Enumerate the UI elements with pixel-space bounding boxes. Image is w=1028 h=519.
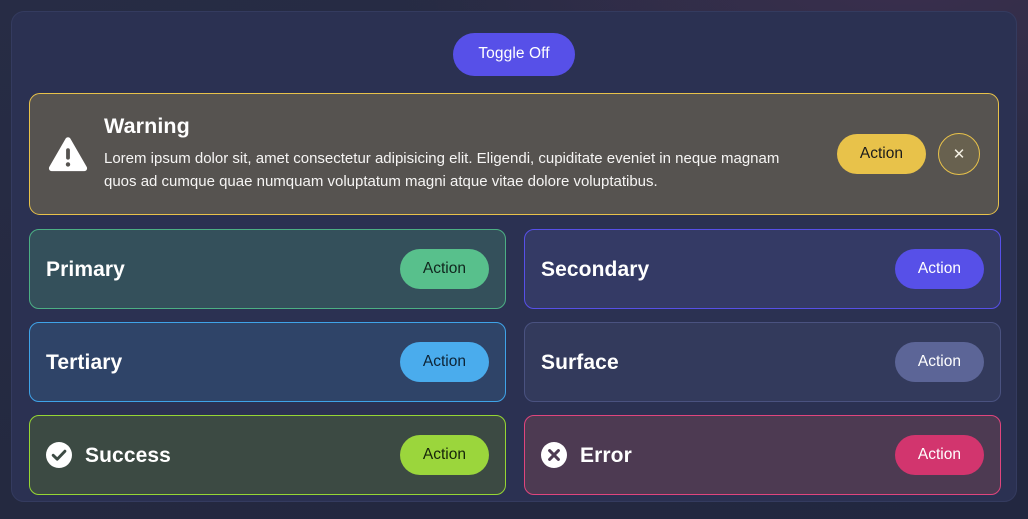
- card-secondary-left: Secondary: [541, 259, 895, 280]
- warning-alert: Warning Lorem ipsum dolor sit, amet cons…: [29, 93, 999, 215]
- card-error-action-button[interactable]: Action: [894, 434, 984, 476]
- alert-message: Lorem ipsum dolor sit, amet consectetur …: [104, 150, 780, 190]
- card-error-title: Error: [580, 443, 632, 467]
- alert-body: Warning Lorem ipsum dolor sit, amet cons…: [104, 114, 837, 193]
- alert-action-button[interactable]: Action: [836, 133, 926, 175]
- warning-triangle-icon: [48, 136, 88, 173]
- toggle-row: Toggle Off: [29, 29, 999, 80]
- card-tertiary-action-button[interactable]: Action: [399, 341, 489, 383]
- card-error[interactable]: Error Action: [524, 415, 1001, 495]
- variant-card-grid: Primary Action Secondary Action Tertiary…: [29, 229, 1001, 495]
- check-circle-icon: [46, 442, 72, 468]
- card-surface-title: Surface: [541, 350, 619, 374]
- card-tertiary-left: Tertiary: [46, 352, 400, 373]
- card-tertiary-title: Tertiary: [46, 350, 123, 374]
- card-primary-action-button[interactable]: Action: [399, 248, 489, 290]
- card-secondary-action-button[interactable]: Action: [894, 248, 984, 290]
- card-surface[interactable]: Surface Action: [524, 322, 1001, 402]
- card-secondary[interactable]: Secondary Action: [524, 229, 1001, 309]
- card-primary-left: Primary: [46, 259, 400, 280]
- card-secondary-title: Secondary: [541, 257, 650, 281]
- card-success[interactable]: Success Action: [29, 415, 506, 495]
- alert-title: Warning: [104, 114, 190, 139]
- card-tertiary[interactable]: Tertiary Action: [29, 322, 506, 402]
- card-success-left: Success: [46, 442, 400, 468]
- toggle-button[interactable]: Toggle Off: [453, 33, 575, 76]
- x-circle-icon: [541, 442, 567, 468]
- alert-close-button[interactable]: ✕: [938, 133, 980, 175]
- card-primary-title: Primary: [46, 257, 125, 281]
- showcase-panel: Toggle Off Warning Lorem ipsum dolor sit…: [11, 11, 1017, 502]
- alert-actions: Action ✕: [836, 133, 980, 175]
- card-error-left: Error: [541, 442, 895, 468]
- card-success-action-button[interactable]: Action: [399, 434, 489, 476]
- card-success-title: Success: [85, 443, 171, 467]
- card-surface-left: Surface: [541, 352, 895, 373]
- card-primary[interactable]: Primary Action: [29, 229, 506, 309]
- close-x-icon: ✕: [952, 146, 966, 163]
- card-surface-action-button[interactable]: Action: [894, 341, 984, 383]
